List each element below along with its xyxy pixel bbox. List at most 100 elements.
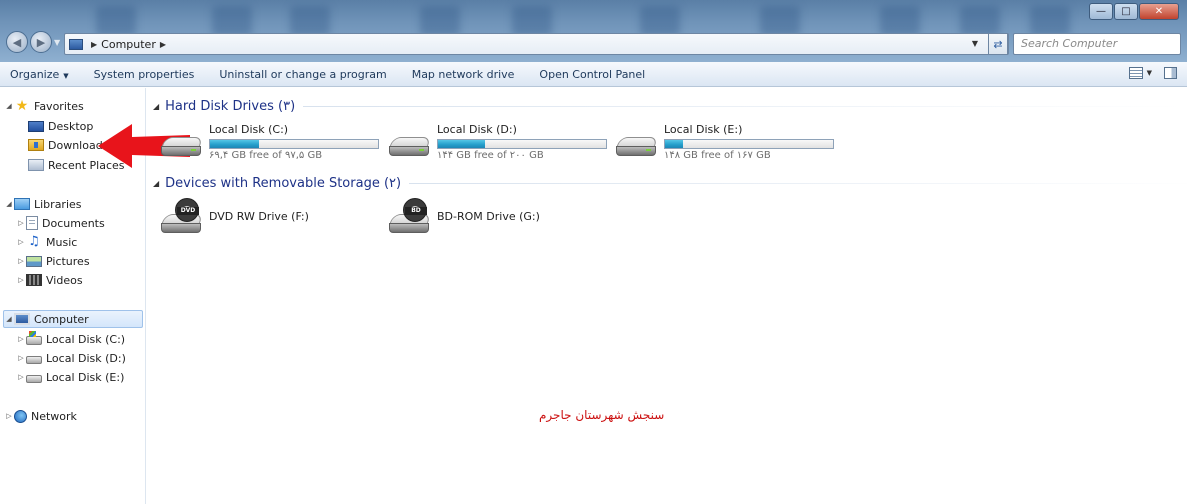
- search-input[interactable]: Search Computer: [1013, 33, 1181, 55]
- open-control-panel-button[interactable]: Open Control Panel: [539, 68, 645, 81]
- window-titlebar: — □ ✕ ◀ ▶ ▼ ▶ Computer ▶ ▼ ⇄ Search Comp…: [0, 0, 1187, 62]
- address-bar[interactable]: ▶ Computer ▶ ▼: [64, 33, 1009, 55]
- view-dropdown-icon[interactable]: ▼: [1147, 69, 1152, 77]
- refresh-button[interactable]: ⇄: [988, 33, 1008, 55]
- uninstall-program-button[interactable]: Uninstall or change a program: [219, 68, 386, 81]
- map-network-drive-button[interactable]: Map network drive: [412, 68, 515, 81]
- nav-local-disk-c[interactable]: ▷ Local Disk (C:): [16, 330, 125, 348]
- nav-computer-label: Computer: [34, 312, 89, 326]
- window-controls: — □ ✕: [1088, 3, 1179, 20]
- nav-local-disk-e-label: Local Disk (E:): [46, 370, 125, 384]
- maximize-button[interactable]: □: [1114, 3, 1138, 20]
- watermark-text: سنجش شهرستان جاجرم: [539, 408, 665, 422]
- organize-button[interactable]: Organize ▼: [10, 68, 69, 81]
- nav-local-disk-e[interactable]: ▷ Local Disk (E:): [16, 368, 124, 386]
- drive-name: Local Disk (E:): [664, 123, 743, 136]
- recent-places-icon: [28, 159, 44, 171]
- collapse-icon[interactable]: ◢: [153, 102, 159, 111]
- drive-tile-d[interactable]: Local Disk (D:) ۱۴۴ GB free of ۲۰۰ GB: [388, 123, 619, 163]
- nav-network[interactable]: ▷ Network: [4, 407, 77, 425]
- desktop-icon: [28, 120, 44, 132]
- nav-favorites[interactable]: ◢ ★ Favorites: [4, 97, 83, 115]
- chevron-right-icon[interactable]: ▶: [160, 40, 166, 49]
- address-dropdown-icon[interactable]: ▼: [972, 39, 978, 48]
- group-header-hard-disks[interactable]: ◢ Hard Disk Drives (٣): [153, 98, 1184, 114]
- hard-disk-icon: [160, 137, 204, 159]
- pictures-icon: [26, 255, 42, 267]
- computer-icon: [14, 313, 30, 325]
- collapse-icon[interactable]: ◢: [4, 315, 14, 323]
- capacity-fill: [210, 140, 259, 148]
- drive-tile-g[interactable]: BD BD-ROM Drive (G:): [388, 198, 619, 242]
- change-view-icon[interactable]: [1128, 67, 1143, 79]
- videos-icon: [26, 274, 42, 286]
- view-controls: ▼: [1128, 67, 1177, 79]
- computer-icon: [69, 38, 83, 50]
- command-bar: Organize ▼ System properties Uninstall or…: [0, 62, 1187, 87]
- network-icon: [14, 409, 27, 423]
- collapse-icon[interactable]: ◢: [4, 102, 14, 110]
- downloads-folder-icon: [28, 139, 44, 151]
- drive-tile-c[interactable]: Local Disk (C:) ۶۹,۴ GB free of ۹۷,۵ GB: [160, 123, 391, 163]
- chevron-right-icon[interactable]: ▶: [91, 40, 97, 49]
- nav-pictures[interactable]: ▷ Pictures: [16, 252, 89, 270]
- drive-free-space: ۱۴۸ GB free of ۱۶۷ GB: [664, 150, 771, 161]
- documents-icon: [26, 216, 38, 230]
- nav-videos-label: Videos: [46, 273, 83, 287]
- capacity-fill: [665, 140, 684, 148]
- disk-icon: [26, 374, 42, 383]
- expand-icon[interactable]: ▷: [16, 354, 26, 362]
- system-properties-button[interactable]: System properties: [94, 68, 195, 81]
- nav-libraries[interactable]: ◢ Libraries: [4, 195, 82, 213]
- nav-desktop[interactable]: Desktop: [28, 117, 93, 135]
- drive-name: DVD RW Drive (F:): [209, 210, 309, 223]
- capacity-bar: [209, 139, 379, 149]
- minimize-button[interactable]: —: [1089, 3, 1113, 20]
- expand-icon[interactable]: ▷: [16, 335, 26, 343]
- nav-videos[interactable]: ▷ Videos: [16, 271, 83, 289]
- group-header-removable[interactable]: ◢ Devices with Removable Storage (٢): [153, 175, 1187, 191]
- system-disk-icon: [26, 331, 42, 345]
- back-button[interactable]: ◀: [6, 31, 28, 53]
- group-divider: [409, 182, 1187, 184]
- drive-name: Local Disk (D:): [437, 123, 517, 136]
- libraries-icon: [14, 198, 30, 210]
- expand-icon[interactable]: ▷: [4, 412, 14, 420]
- drive-free-space: ۱۴۴ GB free of ۲۰۰ GB: [437, 150, 544, 161]
- group-header-hard-disks-label: Hard Disk Drives (٣): [165, 98, 296, 114]
- nav-local-disk-c-label: Local Disk (C:): [46, 332, 126, 346]
- expand-icon[interactable]: ▷: [16, 257, 26, 265]
- nav-downloads[interactable]: Downloads: [28, 136, 108, 154]
- capacity-bar: [437, 139, 607, 149]
- expand-icon[interactable]: ▷: [16, 276, 26, 284]
- recent-pages-dropdown-icon[interactable]: ▼: [54, 38, 60, 47]
- nav-network-label: Network: [31, 409, 77, 423]
- collapse-icon[interactable]: ◢: [4, 200, 14, 208]
- forward-button[interactable]: ▶: [30, 31, 52, 53]
- nav-computer[interactable]: ◢ Computer: [3, 310, 143, 328]
- nav-buttons: ◀ ▶ ▼: [6, 31, 60, 53]
- expand-icon[interactable]: ▷: [16, 373, 26, 381]
- nav-music[interactable]: ▷ ♫ Music: [16, 233, 77, 251]
- capacity-fill: [438, 140, 486, 148]
- dvd-badge: DVD: [177, 207, 199, 215]
- nav-libraries-label: Libraries: [34, 197, 82, 211]
- preview-pane-icon[interactable]: [1164, 67, 1177, 79]
- nav-local-disk-d-label: Local Disk (D:): [46, 351, 126, 365]
- nav-documents-label: Documents: [42, 216, 105, 230]
- bd-disc-icon: BD: [403, 198, 427, 222]
- drive-name: BD-ROM Drive (G:): [437, 210, 540, 223]
- breadcrumb-computer[interactable]: Computer: [101, 38, 156, 51]
- drive-tile-e[interactable]: Local Disk (E:) ۱۴۸ GB free of ۱۶۷ GB: [615, 123, 846, 163]
- nav-music-label: Music: [46, 235, 78, 249]
- collapse-icon[interactable]: ◢: [153, 179, 159, 188]
- expand-icon[interactable]: ▷: [16, 238, 26, 246]
- close-button[interactable]: ✕: [1139, 3, 1179, 20]
- drive-name: Local Disk (C:): [209, 123, 289, 136]
- star-icon: ★: [15, 98, 29, 114]
- group-divider: [303, 105, 1184, 107]
- nav-local-disk-d[interactable]: ▷ Local Disk (D:): [16, 349, 126, 367]
- expand-icon[interactable]: ▷: [16, 219, 26, 227]
- nav-documents[interactable]: ▷ Documents: [16, 214, 105, 232]
- drive-tile-f[interactable]: DVD DVD RW Drive (F:): [160, 198, 391, 242]
